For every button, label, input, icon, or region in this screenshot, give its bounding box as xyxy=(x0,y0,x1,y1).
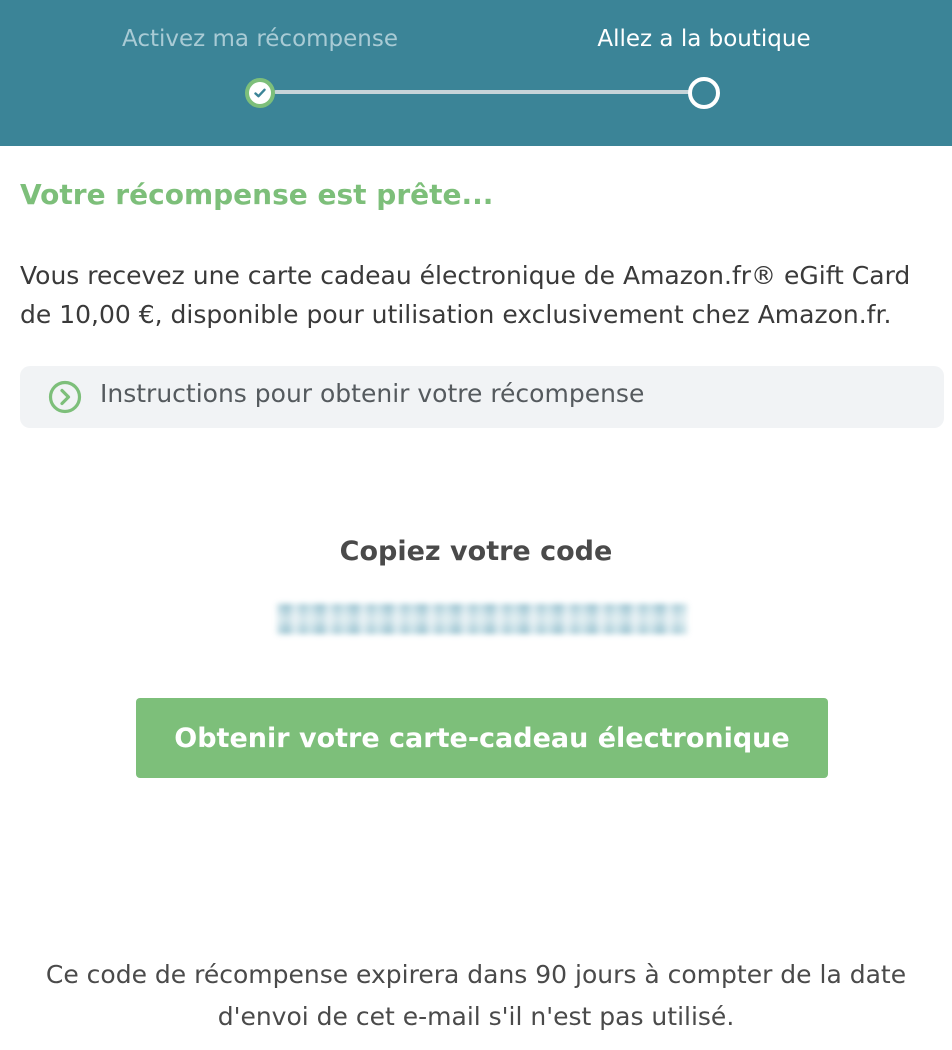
progress-stepper: Activez ma récompense Allez a la boutiqu… xyxy=(0,0,952,146)
step-current-marker xyxy=(688,77,720,109)
step-label-shop: Allez a la boutique xyxy=(597,26,811,52)
get-gift-card-button[interactable]: Obtenir votre carte-cadeau électronique xyxy=(136,698,828,778)
check-icon xyxy=(254,88,266,98)
expiry-note: Ce code de récompense expirera dans 90 j… xyxy=(45,960,907,1031)
reward-ready-title: Votre récompense est prête... xyxy=(20,178,494,211)
chevron-right-circle-icon xyxy=(48,380,82,414)
instructions-label: Instructions pour obtenir votre récompen… xyxy=(100,379,645,408)
stepper-connector-line xyxy=(274,90,690,94)
step-done-marker xyxy=(245,78,275,108)
step-label-activate: Activez ma récompense xyxy=(121,26,399,52)
copy-code-title: Copiez votre code xyxy=(339,536,613,567)
instructions-toggle[interactable]: Instructions pour obtenir votre récompen… xyxy=(20,366,944,428)
reward-page: Activez ma récompense Allez a la boutiqu… xyxy=(0,0,952,1050)
reward-description: Vous recevez une carte cadeau électroniq… xyxy=(20,261,911,329)
redacted-gift-code[interactable] xyxy=(277,604,687,634)
